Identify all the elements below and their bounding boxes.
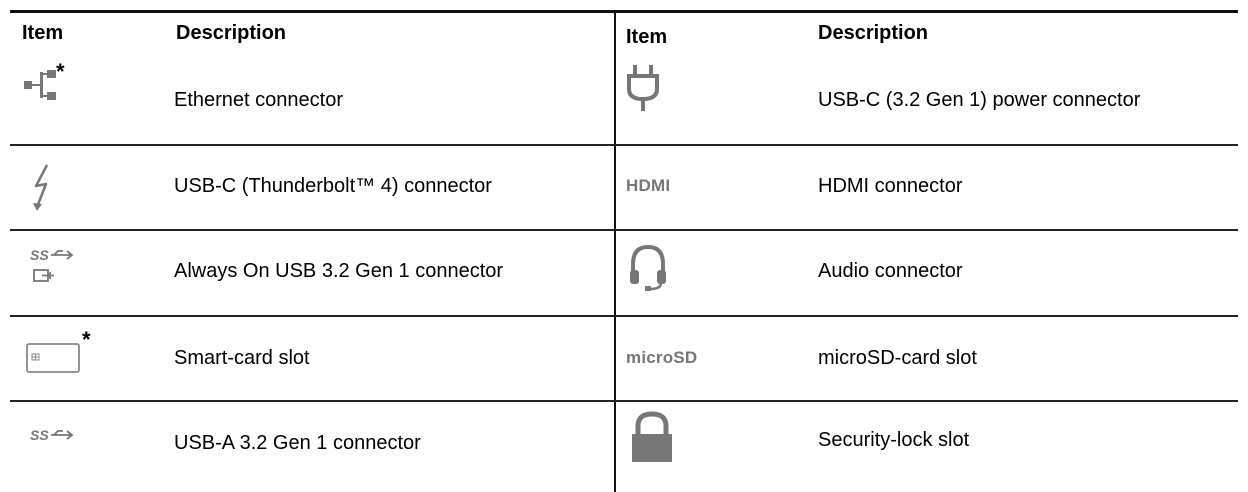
- usb-ss-label: SS: [30, 427, 49, 443]
- row-divider: [10, 229, 1238, 231]
- power-plug-icon: [626, 65, 660, 120]
- description-cell: USB-C (3.2 Gen 1) power connector: [818, 89, 1141, 111]
- description-cell: Always On USB 3.2 Gen 1 connector: [174, 260, 504, 282]
- header-description-right: Description: [818, 22, 929, 44]
- description-cell: USB-A 3.2 Gen 1 connector: [174, 432, 421, 454]
- headset-icon: [628, 242, 668, 297]
- description-cell: Ethernet connector: [174, 89, 343, 111]
- smart-card-icon: [26, 340, 82, 379]
- header-item-right: Item: [626, 26, 668, 48]
- header-description-left: Description: [176, 22, 287, 44]
- usb-ss-label: SS: [30, 247, 49, 263]
- asterisk-note: *: [82, 327, 91, 352]
- hdmi-icon: HDMI: [626, 176, 671, 195]
- row-divider: [10, 144, 1238, 146]
- header-item-left: Item: [22, 22, 64, 44]
- description-cell: USB-C (Thunderbolt™ 4) connector: [174, 175, 492, 197]
- table-top-rule: [10, 10, 1238, 13]
- thunderbolt-icon: [30, 163, 58, 218]
- lock-icon: [628, 410, 676, 469]
- row-divider: [10, 315, 1238, 317]
- row-divider: [10, 400, 1238, 402]
- asterisk-note: *: [56, 59, 65, 84]
- description-cell: HDMI connector: [818, 175, 963, 197]
- description-cell: Smart-card slot: [174, 347, 310, 369]
- table-column-divider: [614, 10, 616, 492]
- description-cell: Security-lock slot: [818, 429, 970, 451]
- description-cell: microSD-card slot: [818, 347, 977, 369]
- description-cell: Audio connector: [818, 260, 963, 282]
- microsd-icon: microSD: [626, 348, 698, 367]
